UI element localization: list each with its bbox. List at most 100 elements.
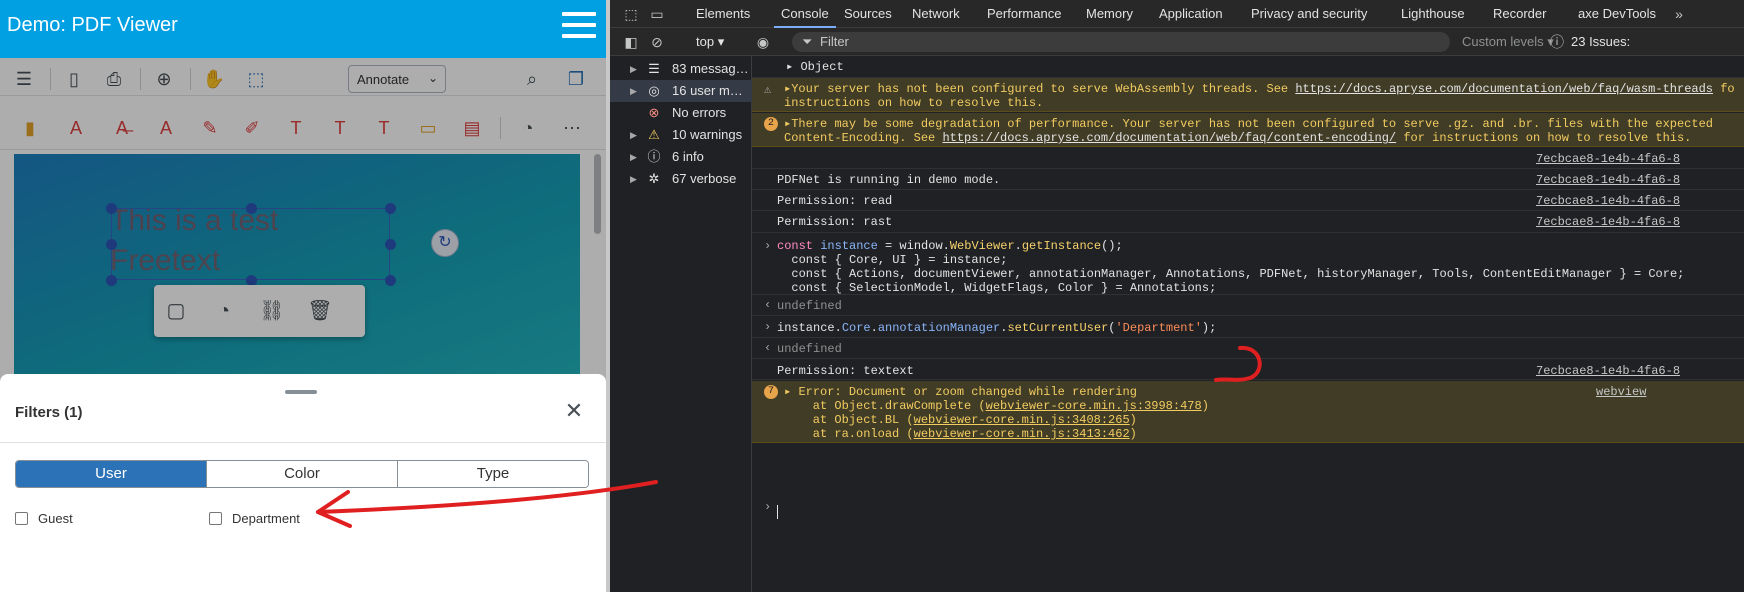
sidebar-item-user-messages[interactable]: ▶ ◎ 16 user m… [610, 80, 752, 102]
tab-sources[interactable]: Sources [844, 0, 892, 28]
warning-icon: ⚠ [648, 127, 660, 142]
tab-application[interactable]: Application [1159, 0, 1223, 28]
source-link[interactable]: 7ecbcae8-1e4b-4fa6-8 [1536, 194, 1680, 208]
pdf-page[interactable]: This is a test Freetext ↻ ▢ ◔ ⛓ 🗑 [14, 154, 580, 384]
select-area-icon[interactable]: ⬚ [242, 65, 270, 93]
live-expression-eye-icon[interactable]: ◉ [754, 33, 772, 51]
comment-icon[interactable]: ▢ [162, 297, 190, 325]
docs-link[interactable]: https://docs.apryse.com/documentation/we… [1295, 82, 1713, 96]
toolbar-divider [190, 68, 191, 90]
source-link[interactable]: 7ecbcae8-1e4b-4fa6-8 [1536, 173, 1680, 187]
tab-axe-devtools[interactable]: axe DevTools [1578, 0, 1656, 28]
devtools-pane: ⬚ ▭ Elements Console Sources Network Per… [610, 0, 1744, 592]
docs-link[interactable]: https://docs.apryse.com/documentation/we… [942, 131, 1396, 145]
text-insert-icon[interactable]: T [370, 114, 398, 142]
resize-handle[interactable] [106, 203, 117, 214]
pan-hand-icon[interactable]: ✋ [200, 65, 228, 93]
more-options-icon[interactable]: ⋯ [558, 114, 586, 142]
resize-handle[interactable] [385, 239, 396, 250]
sheet-drag-handle[interactable] [285, 390, 317, 394]
demo-title: Demo: PDF Viewer [7, 14, 178, 36]
search-icon[interactable]: ⌕ [518, 65, 546, 93]
code-token: Core [841, 321, 871, 335]
rotate-icon[interactable]: ↻ [431, 229, 459, 257]
freehand-icon[interactable]: ✎ [196, 114, 224, 142]
sidebar-item-messages[interactable]: ▶ ☰ 83 messag… [610, 58, 752, 80]
divider [0, 442, 606, 443]
device-toolbar-icon[interactable]: ▭ [648, 5, 666, 23]
sticky-note-icon[interactable]: ▭ [414, 114, 442, 142]
guest-checkbox[interactable]: Guest [15, 511, 73, 526]
toolbar-group-select[interactable]: Annotate ⌄ [348, 65, 446, 93]
tab-recorder[interactable]: Recorder [1493, 0, 1546, 28]
palette-icon[interactable]: ◔ [514, 114, 542, 142]
selection-box[interactable] [106, 203, 396, 286]
resize-handle[interactable] [385, 275, 396, 286]
code-token: 'Department' [1115, 321, 1202, 335]
close-icon[interactable]: ✕ [563, 400, 585, 422]
zoom-in-icon[interactable]: ⊕ [150, 65, 178, 93]
inspect-element-icon[interactable]: ⬚ [622, 5, 640, 23]
department-checkbox[interactable]: Department [209, 511, 300, 526]
console-filter-input[interactable]: ⏷ Filter [792, 32, 1450, 52]
sidebar-item-errors[interactable]: ⊗ No errors [610, 102, 752, 124]
source-link[interactable]: 7ecbcae8-1e4b-4fa6-8 [1536, 364, 1680, 378]
log-levels-dropdown[interactable]: Custom levels ▾ [1462, 28, 1554, 56]
document-settings-icon[interactable]: ⎙ [100, 65, 128, 93]
squiggly-icon[interactable]: A [152, 114, 180, 142]
hamburger-menu-icon[interactable] [562, 12, 596, 40]
underline-icon[interactable]: A [62, 114, 90, 142]
callout-icon[interactable]: ▤ [458, 114, 486, 142]
menu-icon[interactable]: ☰ [10, 65, 38, 93]
tab-console[interactable]: Console [774, 0, 836, 28]
console-output: ▸ Object ⚠ ▸Your server has not been con… [752, 56, 1744, 592]
sidebar-toggle-icon[interactable]: ◧ [622, 33, 640, 51]
log-message: PDFNet is running in demo mode. [777, 173, 1001, 187]
delete-trash-icon[interactable]: 🗑 [306, 297, 334, 325]
tab-user[interactable]: User [16, 461, 206, 487]
stack-link[interactable]: webviewer-core.min.js:3408:265 [914, 413, 1130, 427]
issues-counter[interactable]: 23 Issues: [1571, 28, 1630, 56]
more-tabs-icon[interactable]: » [1670, 5, 1688, 23]
checkbox-box[interactable] [209, 512, 222, 525]
sidebar-item-warnings[interactable]: ▶ ⚠ 10 warnings [610, 124, 752, 146]
tab-lighthouse[interactable]: Lighthouse [1401, 0, 1465, 28]
comments-panel-icon[interactable]: ❐ [562, 65, 590, 93]
tab-memory[interactable]: Memory [1086, 0, 1133, 28]
warning-message: Content-Encoding. See [784, 131, 943, 145]
tab-color[interactable]: Color [206, 461, 397, 487]
info-icon[interactable]: ⓘ [1548, 33, 1566, 51]
page-scrollbar[interactable] [594, 154, 601, 234]
resize-handle[interactable] [385, 203, 396, 214]
freetext-icon[interactable]: T [282, 114, 310, 142]
source-link[interactable]: webview [1596, 385, 1646, 399]
tab-type[interactable]: Type [397, 461, 588, 487]
highlight-icon[interactable]: ▮ [16, 114, 44, 142]
stack-link[interactable]: webviewer-core.min.js:3998:478 [986, 399, 1202, 413]
resize-handle[interactable] [106, 275, 117, 286]
code-token: = window. [877, 239, 950, 253]
stack-link[interactable]: webviewer-core.min.js:3413:462 [914, 427, 1130, 441]
tab-elements[interactable]: Elements [696, 0, 750, 28]
source-link[interactable]: 7ecbcae8-1e4b-4fa6-8 [1536, 215, 1680, 229]
checkbox-box[interactable] [15, 512, 28, 525]
context-selector[interactable]: top ▾ [696, 28, 724, 56]
freehand-highlight-icon[interactable]: ✐ [238, 114, 266, 142]
panel-toggle-icon[interactable]: ▯ [60, 65, 88, 93]
resize-handle[interactable] [246, 203, 257, 214]
sidebar-item-info[interactable]: ▶ ⓘ 6 info [610, 146, 752, 168]
callout-text-icon[interactable]: T [326, 114, 354, 142]
style-palette-icon[interactable]: ◔ [210, 297, 238, 325]
source-link[interactable]: 7ecbcae8-1e4b-4fa6-8 [1536, 152, 1680, 166]
console-input-caret[interactable] [777, 505, 778, 519]
resize-handle[interactable] [106, 239, 117, 250]
clear-console-icon[interactable]: ⊘ [648, 33, 666, 51]
object-log[interactable]: ▸ Object [786, 60, 844, 74]
sidebar-item-verbose[interactable]: ▶ ✲ 67 verbose [610, 168, 752, 190]
tab-privacy-security[interactable]: Privacy and security [1251, 0, 1367, 28]
repeat-count-badge: 7 [764, 385, 778, 399]
link-icon[interactable]: ⛓ [258, 297, 286, 325]
tab-performance[interactable]: Performance [987, 0, 1061, 28]
tab-network[interactable]: Network [912, 0, 960, 28]
strikeout-icon[interactable]: A̶ [108, 114, 136, 142]
